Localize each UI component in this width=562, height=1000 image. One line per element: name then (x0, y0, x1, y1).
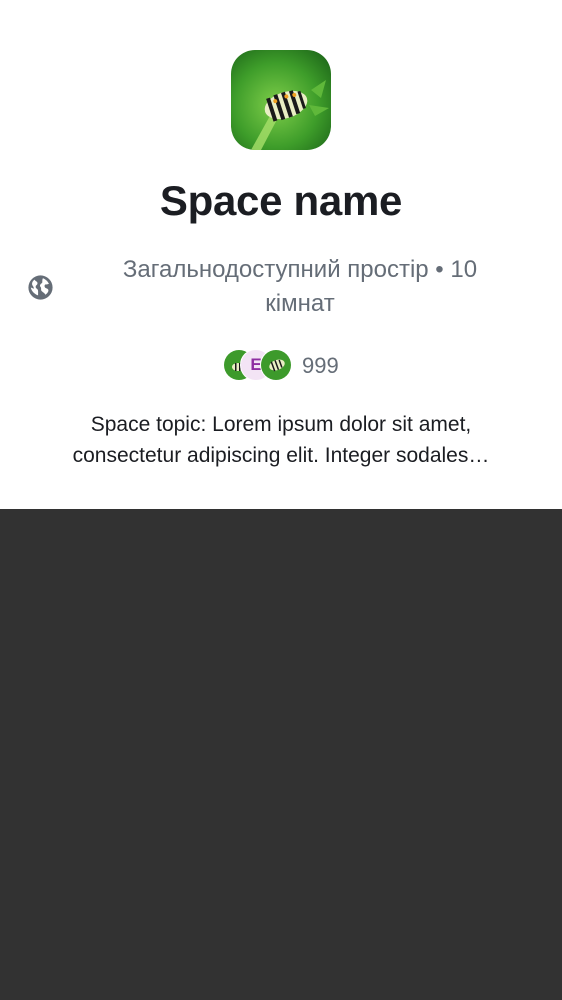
member-avatar-3 (260, 349, 292, 381)
space-topic[interactable]: Space topic: Lorem ipsum dolor sit amet,… (40, 409, 522, 471)
caterpillar-photo-icon (261, 350, 291, 380)
space-name: Space name (159, 177, 403, 224)
globe-icon (26, 273, 55, 302)
member-count: 999 (302, 353, 339, 378)
caterpillar-photo-icon (231, 50, 331, 150)
space-avatar[interactable] (231, 50, 331, 150)
space-header-card: Space name Загальнодоступний простір • 1… (0, 0, 562, 509)
space-visibility-and-rooms: Загальнодоступний простір • 10 кімнат (122, 256, 478, 317)
